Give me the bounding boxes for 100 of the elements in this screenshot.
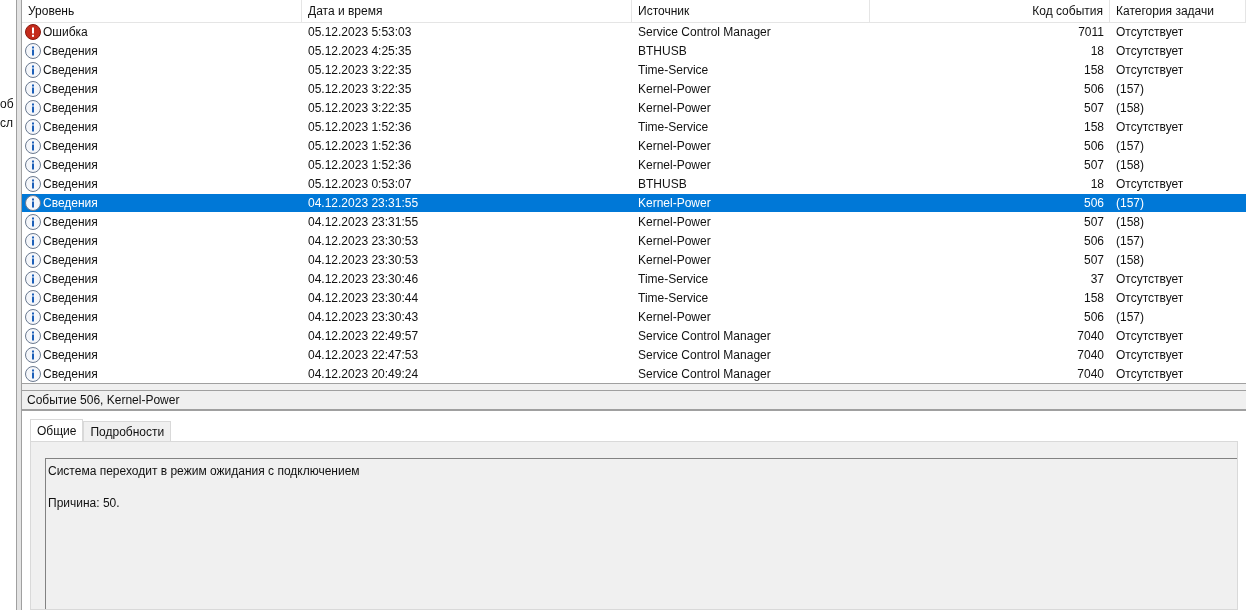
level-text: Сведения bbox=[43, 43, 98, 61]
table-cell-text: Kernel-Power bbox=[637, 100, 712, 118]
table-cell-text: 506 bbox=[1082, 138, 1105, 156]
table-row[interactable]: Сведения 05.12.2023 1:52:36 Kernel-Power 507 (158) bbox=[22, 155, 1246, 175]
level-text: Сведения bbox=[43, 62, 98, 80]
table-cell-text: Service Control Manager bbox=[637, 365, 772, 383]
table-cell-text: Отсутствует bbox=[1115, 346, 1185, 364]
table-cell-text: 05.12.2023 1:52:36 bbox=[307, 157, 413, 175]
tab[interactable]: Общие bbox=[30, 419, 84, 441]
column-header[interactable]: Уровень bbox=[22, 0, 302, 22]
table-cell-text: (158) bbox=[1115, 157, 1145, 175]
table-row[interactable]: Сведения 04.12.2023 20:49:24 Service Control Manager 7040 Отсутствует bbox=[22, 364, 1246, 384]
table-row[interactable]: Сведения 04.12.2023 23:30:53 Kernel-Power 506 (157) bbox=[22, 231, 1246, 251]
table-row[interactable]: Сведения 04.12.2023 23:31:55 Kernel-Power 507 (158) bbox=[22, 212, 1246, 232]
table-cell-text: 05.12.2023 3:22:35 bbox=[307, 62, 413, 80]
table-cell-text: 37 bbox=[1089, 270, 1105, 288]
table-cell-text: 04.12.2023 23:30:53 bbox=[307, 232, 420, 250]
table-cell-text: Отсутствует bbox=[1115, 43, 1185, 61]
table-row[interactable]: Сведения 05.12.2023 1:52:36 Time-Service 158 Отсутствует bbox=[22, 117, 1246, 137]
table-cell-text: Kernel-Power bbox=[637, 157, 712, 175]
table-cell-text: (158) bbox=[1115, 213, 1145, 231]
table-cell-text: 05.12.2023 0:53:07 bbox=[307, 176, 413, 194]
level-text: Сведения bbox=[43, 100, 98, 118]
table-cell-text: Time-Service bbox=[637, 62, 710, 80]
table-cell-text: 158 bbox=[1082, 289, 1105, 307]
level-text: Сведения bbox=[43, 289, 98, 307]
table-cell-text: 7040 bbox=[1076, 327, 1105, 345]
table-cell-text: Time-Service bbox=[637, 119, 710, 137]
info-icon bbox=[25, 270, 41, 287]
table-cell-text: 04.12.2023 23:30:44 bbox=[307, 289, 420, 307]
table-cell-text: 18 bbox=[1089, 43, 1105, 61]
info-icon bbox=[25, 100, 41, 117]
table-cell-text: (157) bbox=[1115, 308, 1145, 326]
table-row[interactable]: Сведения 04.12.2023 23:30:43 Kernel-Power 506 (157) bbox=[22, 307, 1246, 327]
table-cell-text: 04.12.2023 23:30:53 bbox=[307, 251, 420, 269]
table-cell-text: 506 bbox=[1082, 232, 1105, 250]
table-row[interactable]: Сведения 04.12.2023 23:30:44 Time-Service 158 Отсутствует bbox=[22, 288, 1246, 308]
tab[interactable]: Подробности bbox=[83, 421, 172, 441]
table-cell-text: 04.12.2023 23:31:55 bbox=[307, 195, 420, 212]
table-row[interactable]: Сведения 04.12.2023 22:47:53 Service Control Manager 7040 Отсутствует bbox=[22, 345, 1246, 365]
level-text: Сведения bbox=[43, 138, 98, 156]
table-cell-text: Kernel-Power bbox=[637, 251, 712, 269]
info-icon bbox=[25, 327, 41, 344]
info-icon bbox=[25, 365, 41, 382]
table-cell-text: 506 bbox=[1082, 308, 1105, 326]
level-text: Ошибка bbox=[43, 24, 88, 42]
table-cell-text: Отсутствует bbox=[1115, 119, 1185, 137]
level-text: Сведения bbox=[43, 327, 98, 345]
details-title: Событие 506, Kernel-Power bbox=[22, 391, 1246, 411]
table-cell-text: 05.12.2023 1:52:36 bbox=[307, 138, 413, 156]
column-header[interactable]: Категория задачи bbox=[1110, 0, 1246, 22]
table-cell-text: Time-Service bbox=[637, 270, 710, 288]
table-row[interactable]: Сведения 05.12.2023 0:53:07 BTHUSB 18 Отсутствует bbox=[22, 174, 1246, 194]
table-row[interactable]: Сведения 04.12.2023 23:31:55 Kernel-Power 506 (157) bbox=[22, 193, 1246, 213]
table-cell-text: 506 bbox=[1082, 195, 1105, 212]
table-cell-text: Kernel-Power bbox=[637, 138, 712, 156]
column-header[interactable]: Источник bbox=[632, 0, 870, 22]
table-cell-text: (157) bbox=[1115, 81, 1145, 99]
column-header[interactable]: Код события bbox=[870, 0, 1110, 22]
table-cell-text: 507 bbox=[1082, 157, 1105, 175]
table-row[interactable]: Сведения 05.12.2023 1:52:36 Kernel-Power 506 (157) bbox=[22, 136, 1246, 156]
table-cell-text: 507 bbox=[1082, 213, 1105, 231]
table-cell-text: Отсутствует bbox=[1115, 270, 1185, 288]
table-cell-text: Отсутствует bbox=[1115, 327, 1185, 345]
info-icon bbox=[25, 81, 41, 98]
column-header[interactable]: Дата и время bbox=[302, 0, 632, 22]
table-cell-text: BTHUSB bbox=[637, 176, 688, 194]
table-cell-text: 18 bbox=[1089, 176, 1105, 194]
table-cell-text: Kernel-Power bbox=[637, 81, 712, 99]
info-icon bbox=[25, 232, 41, 249]
table-cell-text: 04.12.2023 23:31:55 bbox=[307, 213, 420, 231]
table-cell-text: Kernel-Power bbox=[637, 213, 712, 231]
table-cell-text: 05.12.2023 1:52:36 bbox=[307, 119, 413, 137]
info-icon bbox=[25, 176, 41, 193]
table-row[interactable]: Сведения 04.12.2023 22:49:57 Service Control Manager 7040 Отсутствует bbox=[22, 326, 1246, 346]
table-cell-text: Kernel-Power bbox=[637, 195, 712, 212]
table-cell-text: 04.12.2023 22:47:53 bbox=[307, 346, 420, 364]
table-cell-text: (157) bbox=[1115, 195, 1145, 212]
level-text: Сведения bbox=[43, 346, 98, 364]
table-row[interactable]: Сведения 05.12.2023 3:22:35 Kernel-Power 506 (157) bbox=[22, 79, 1246, 99]
table-row[interactable]: Сведения 05.12.2023 4:25:35 BTHUSB 18 Отсутствует bbox=[22, 41, 1246, 61]
table-row[interactable]: Ошибка 05.12.2023 5:53:03 Service Control Manager 7011 Отсутствует bbox=[22, 22, 1246, 42]
table-cell-text: BTHUSB bbox=[637, 43, 688, 61]
table-cell-text: Service Control Manager bbox=[637, 346, 772, 364]
table-cell-text: 04.12.2023 20:49:24 bbox=[307, 365, 420, 383]
table-cell-text: Отсутствует bbox=[1115, 365, 1185, 383]
level-text: Сведения bbox=[43, 81, 98, 99]
info-icon bbox=[25, 138, 41, 155]
table-cell-text: 507 bbox=[1082, 100, 1105, 118]
table-row[interactable]: Сведения 04.12.2023 23:30:46 Time-Service 37 Отсутствует bbox=[22, 269, 1246, 289]
table-row[interactable]: Сведения 04.12.2023 23:30:53 Kernel-Power 507 (158) bbox=[22, 250, 1246, 270]
level-text: Сведения bbox=[43, 195, 98, 212]
table-row[interactable]: Сведения 05.12.2023 3:22:35 Time-Service 158 Отсутствует bbox=[22, 60, 1246, 80]
table-cell-text: (157) bbox=[1115, 232, 1145, 250]
table-row[interactable]: Сведения 05.12.2023 3:22:35 Kernel-Power 507 (158) bbox=[22, 98, 1246, 118]
event-description: Причина: 50. bbox=[48, 495, 121, 512]
info-icon bbox=[25, 119, 41, 136]
level-text: Сведения bbox=[43, 308, 98, 326]
level-text: Сведения bbox=[43, 365, 98, 383]
sidebar-text: сл bbox=[0, 115, 14, 132]
